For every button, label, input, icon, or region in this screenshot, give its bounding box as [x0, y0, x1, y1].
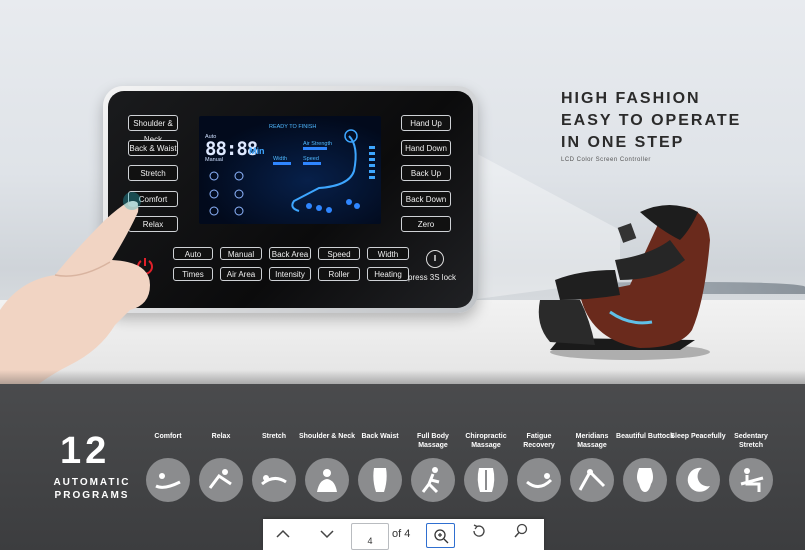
- lock-hint: press 3S lock: [408, 273, 457, 282]
- programs-title-line-2: PROGRAMS: [54, 490, 130, 501]
- program-label: Sedentary Stretch: [734, 433, 768, 449]
- program-comfort: Comfort: [139, 432, 197, 502]
- back-waist-button[interactable]: Back & Waist: [128, 140, 178, 156]
- width-button[interactable]: Width: [367, 247, 409, 260]
- chevron-up-icon: [276, 529, 290, 538]
- program-label: Sleep Peacefully: [670, 433, 726, 440]
- program-back-waist: Back Waist: [351, 432, 409, 502]
- pause-icon: ‖: [433, 254, 437, 263]
- relax-icon: [199, 458, 243, 502]
- hand-up-button[interactable]: Hand Up: [401, 115, 451, 131]
- search-button[interactable]: [503, 519, 539, 550]
- program-label: Full Body Massage: [417, 433, 449, 449]
- program-stretch: Stretch: [245, 432, 303, 502]
- program-label: Fatigue Recovery: [523, 433, 555, 449]
- shoulder-neck-icon: [305, 458, 349, 502]
- programs-title: AUTOMATIC PROGRAMS: [52, 476, 132, 502]
- stretch-button[interactable]: Stretch: [128, 165, 178, 181]
- meridians-icon: [570, 458, 614, 502]
- program-sedentary-stretch: Sedentary Stretch: [722, 432, 780, 502]
- chiropractic-icon: [464, 458, 508, 502]
- rotate-icon: [473, 524, 485, 537]
- roller-button[interactable]: Roller: [318, 267, 360, 281]
- zero-button[interactable]: Zero: [401, 216, 451, 232]
- intensity-button[interactable]: Intensity: [269, 267, 311, 281]
- program-label: Relax: [211, 433, 231, 440]
- hand-image: [0, 192, 150, 400]
- massage-chair-image: [538, 205, 710, 360]
- program-label: Back Waist: [361, 433, 399, 440]
- fatigue-recovery-icon: [517, 458, 561, 502]
- full-body-icon: [411, 458, 455, 502]
- lcd-screen: READY TO FINISH Auto 88:88 Min Manual Ai…: [199, 116, 381, 224]
- prev-page-button[interactable]: [263, 519, 303, 550]
- sedentary-icon: [729, 458, 773, 502]
- hand-down-button[interactable]: Hand Down: [401, 140, 451, 156]
- rotate-button[interactable]: [461, 519, 497, 550]
- next-page-button[interactable]: [307, 519, 347, 550]
- program-fatigue-recovery: Fatigue Recovery: [510, 432, 568, 502]
- speed-button[interactable]: Speed: [318, 247, 360, 260]
- shoulder-neck-button[interactable]: Shoulder & Neck: [128, 115, 178, 144]
- program-full-body: Full Body Massage: [404, 432, 462, 502]
- program-meridians: Meridians Massage: [563, 432, 621, 502]
- buttock-icon: [623, 458, 667, 502]
- search-icon: [514, 523, 528, 538]
- zoom-in-icon: [434, 529, 449, 544]
- program-count: 12: [60, 430, 111, 472]
- zoom-in-button[interactable]: [426, 523, 455, 548]
- headline: HIGH FASHION EASY TO OPERATE IN ONE STEP: [561, 88, 741, 154]
- back-area-button[interactable]: Back Area: [269, 247, 311, 260]
- program-label: Beautiful Buttock: [616, 433, 674, 440]
- program-label: Chiropractic Massage: [465, 433, 507, 449]
- heating-button[interactable]: Heating: [367, 267, 409, 281]
- stretch-icon: [252, 458, 296, 502]
- page-number-input[interactable]: 4: [351, 523, 389, 550]
- program-sleep: Sleep Peacefully: [669, 432, 727, 502]
- program-label: Meridians Massage: [575, 433, 609, 449]
- program-label: Comfort: [154, 433, 182, 440]
- program-chiropractic: Chiropractic Massage: [457, 432, 515, 502]
- headline-line-1: HIGH FASHION: [561, 90, 701, 107]
- chevron-down-icon: [320, 530, 334, 539]
- air-area-button[interactable]: Air Area: [220, 267, 262, 281]
- program-label: Shoulder & Neck: [298, 433, 355, 440]
- back-waist-icon: [358, 458, 402, 502]
- program-relax: Relax: [192, 432, 250, 502]
- comfort-icon: [146, 458, 190, 502]
- program-shoulder-neck: Shoulder & Neck: [298, 432, 356, 502]
- program-label: Stretch: [261, 433, 287, 440]
- headline-line-2: EASY TO OPERATE: [561, 112, 742, 129]
- pdf-pager-toolbar: 4 of 4: [263, 519, 544, 550]
- page-count: of 4: [392, 528, 411, 540]
- programs-title-line-1: AUTOMATIC: [53, 477, 131, 488]
- back-up-button[interactable]: Back Up: [401, 165, 451, 181]
- back-down-button[interactable]: Back Down: [401, 191, 451, 207]
- sleep-icon: [676, 458, 720, 502]
- program-buttock: Beautiful Buttock: [616, 432, 674, 502]
- lcd-body-figure-icon: [209, 129, 375, 216]
- manual-button[interactable]: Manual: [220, 247, 262, 260]
- pause-lock-button[interactable]: ‖: [426, 250, 444, 268]
